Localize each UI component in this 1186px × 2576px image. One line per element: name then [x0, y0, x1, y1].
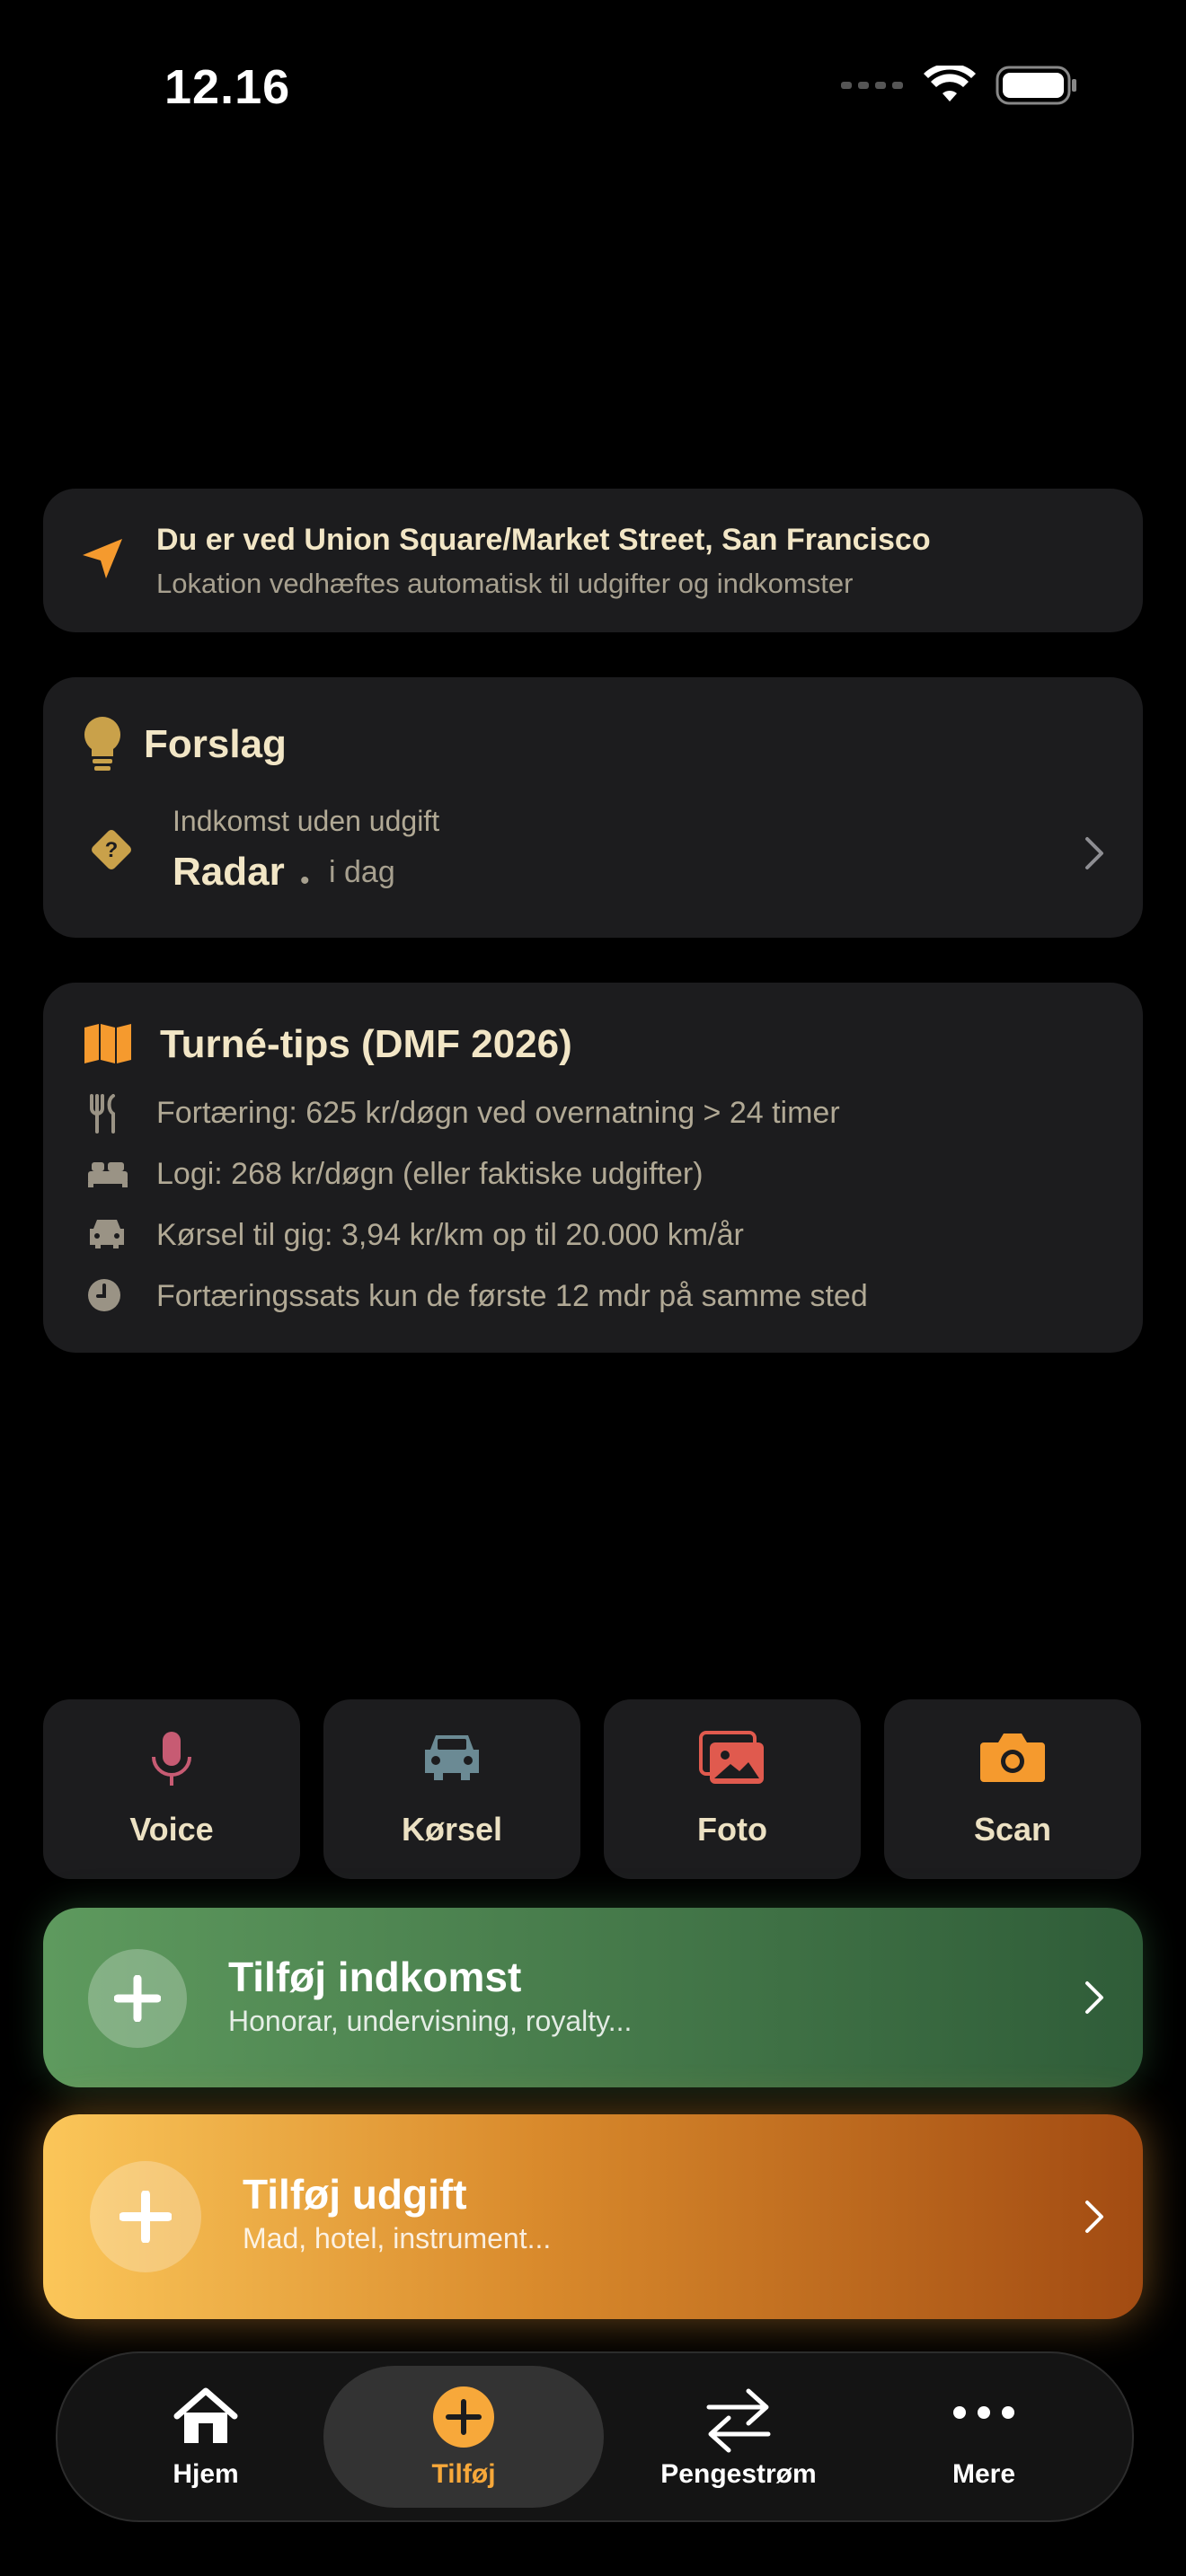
camera-icon — [980, 1734, 1045, 1782]
tip-item: Logi: 268 kr/døgn (eller faktiske udgift… — [156, 1157, 704, 1191]
plus-circle — [90, 2161, 201, 2272]
location-card[interactable]: Du er ved Union Square/Market Street, Sa… — [43, 489, 1143, 632]
tab-cashflow[interactable]: Pengestrøm — [613, 2353, 864, 2520]
location-arrow-icon — [83, 539, 122, 578]
chevron-right-icon — [1085, 2201, 1103, 2233]
tip-item: Fortæringssats kun de første 12 mdr på s… — [156, 1279, 868, 1313]
car-icon — [90, 1220, 124, 1248]
voice-button[interactable]: Voice — [43, 1699, 300, 1879]
tab-add[interactable]: Tilføj — [323, 2366, 604, 2508]
chevron-right-icon — [1085, 837, 1103, 869]
plus-icon — [119, 2191, 172, 2243]
location-title: Du er ved Union Square/Market Street, Sa… — [156, 523, 931, 557]
question-diamond-icon: ? — [92, 830, 131, 869]
tab-home-label: Hjem — [173, 2459, 239, 2489]
svg-text:?: ? — [105, 838, 119, 862]
tab-more[interactable]: Mere — [872, 2353, 1096, 2520]
lightbulb-icon — [84, 717, 120, 771]
suggestion-category: Indkomst uden udgift — [173, 805, 440, 837]
photos-icon — [699, 1731, 764, 1784]
suggestions-title: Forslag — [144, 722, 287, 766]
tab-home[interactable]: Hjem — [93, 2353, 318, 2520]
suggestion-date: i dag — [329, 855, 395, 889]
car-icon — [425, 1735, 479, 1780]
status-icons — [841, 65, 1078, 106]
clock-icon — [88, 1279, 120, 1311]
add-expense-title: Tilføj udgift — [243, 2171, 467, 2218]
tips-title: Turné-tips (DMF 2026) — [160, 1022, 572, 1066]
add-income-subtitle: Honorar, undervisning, royalty... — [228, 2005, 633, 2037]
add-income-button[interactable]: Tilføj indkomst Honorar, undervisning, r… — [43, 1908, 1143, 2087]
tip-item: Kørsel til gig: 3,94 kr/km op til 20.000… — [156, 1218, 744, 1252]
add-expense-button[interactable]: Tilføj udgift Mad, hotel, instrument... — [43, 2114, 1143, 2319]
photo-button[interactable]: Foto — [604, 1699, 861, 1879]
scan-label: Scan — [973, 1811, 1052, 1848]
scan-button[interactable]: Scan — [884, 1699, 1141, 1879]
add-expense-subtitle: Mad, hotel, instrument... — [243, 2222, 552, 2254]
bed-icon — [88, 1162, 128, 1187]
suggestions-card: Forslag ? Indkomst uden udgift Radar • i… — [43, 677, 1143, 938]
wifi-icon — [924, 66, 976, 101]
suggestion-name: Radar — [173, 850, 285, 894]
plus-circle-icon — [433, 2386, 494, 2448]
chevron-right-icon — [1085, 1981, 1103, 2014]
tour-tips-card: Turné-tips (DMF 2026) Fortæring: 625 kr/… — [43, 983, 1143, 1353]
tab-add-label: Tilføj — [431, 2459, 496, 2489]
status-time: 12.16 — [164, 60, 291, 114]
fork-knife-icon — [90, 1094, 115, 1134]
tip-item: Fortæring: 625 kr/døgn ved overnatning >… — [156, 1096, 840, 1130]
add-income-title: Tilføj indkomst — [228, 1954, 522, 2000]
driving-label: Kørsel — [401, 1811, 503, 1848]
signal-dots-icon — [841, 82, 903, 89]
suggestion-separator: • — [300, 866, 310, 895]
location-subtitle: Lokation vedhæftes automatisk til udgift… — [156, 568, 854, 599]
photo-label: Foto — [697, 1811, 767, 1848]
tab-bar: Hjem Tilføj Pengestrøm Mere — [56, 2351, 1134, 2522]
battery-icon — [996, 66, 1076, 105]
arrows-icon — [706, 2388, 771, 2453]
tab-more-label: Mere — [951, 2459, 1016, 2489]
voice-label: Voice — [129, 1811, 214, 1848]
tab-cashflow-label: Pengestrøm — [660, 2459, 817, 2489]
microphone-icon — [152, 1732, 191, 1786]
plus-icon — [114, 1975, 161, 2022]
house-icon — [173, 2387, 238, 2443]
map-icon — [84, 1024, 131, 1063]
driving-button[interactable]: Kørsel — [323, 1699, 580, 1879]
ellipsis-icon — [953, 2406, 1014, 2419]
plus-circle — [88, 1949, 187, 2048]
